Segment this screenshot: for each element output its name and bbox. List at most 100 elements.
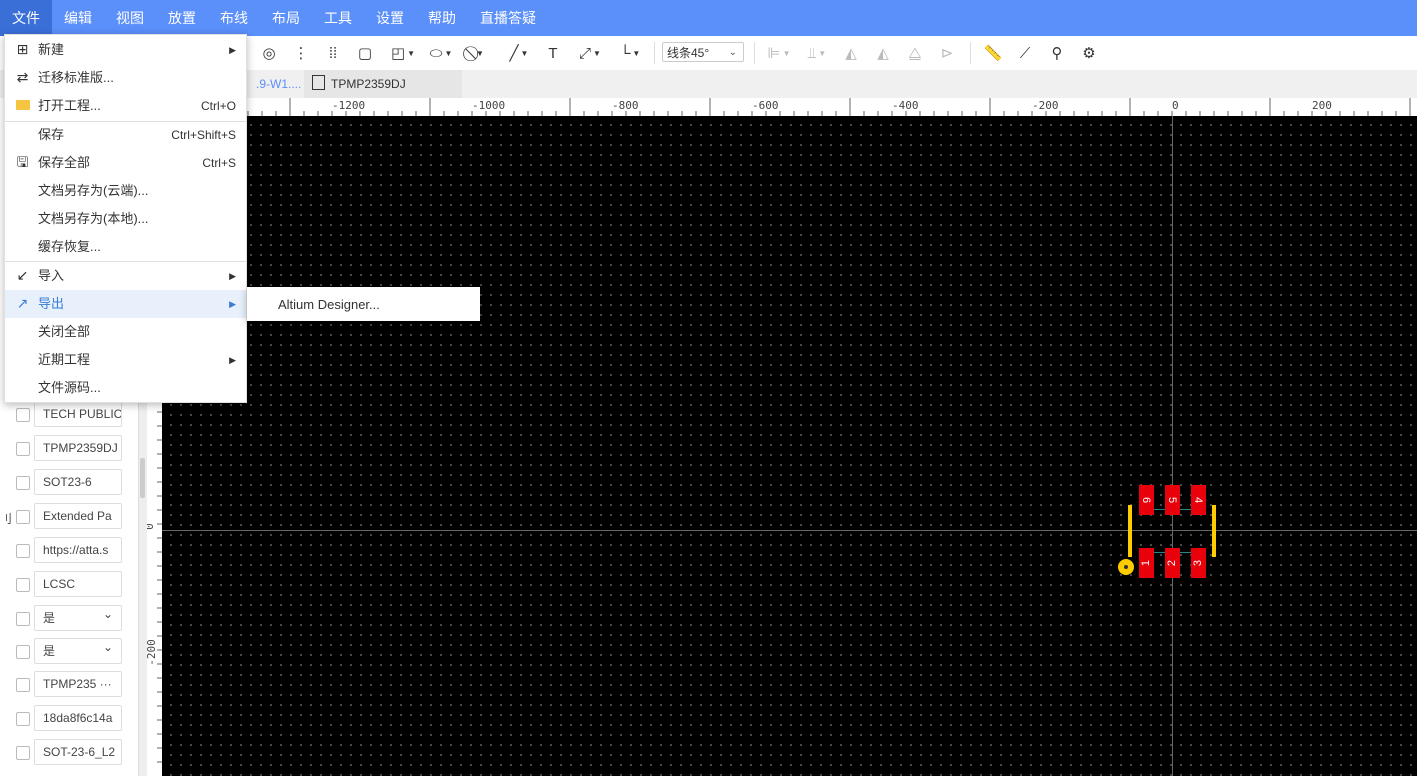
ruler-label: -1000: [472, 99, 506, 112]
pad-2[interactable]: 2: [1165, 548, 1180, 578]
menu-item-export[interactable]: ↗ 导出 ▶: [5, 290, 246, 318]
measure-icon[interactable]: ⟋: [1014, 41, 1036, 65]
menu-item-save-all[interactable]: 🖫 保存全部 Ctrl+S: [5, 149, 246, 177]
property-row: TPMP235 ···: [0, 670, 138, 700]
menu-item-label: 文档另存为(云端)...: [38, 183, 149, 198]
property-checkbox[interactable]: [16, 544, 30, 558]
property-checkbox[interactable]: [16, 408, 30, 422]
property-checkbox[interactable]: [16, 678, 30, 692]
tab-footprint[interactable]: TPMP2359DJ: [304, 70, 462, 98]
text-icon[interactable]: T: [542, 41, 564, 65]
menu-item-new[interactable]: ⊞ 新建 ▶: [5, 36, 246, 64]
ruler-label: 200: [1312, 99, 1332, 112]
pad-6[interactable]: 6: [1139, 485, 1154, 515]
menu-item-import[interactable]: ↙ 导入 ▶: [5, 262, 246, 290]
menu-route[interactable]: 布线: [208, 0, 260, 36]
menu-item-label: 新建: [38, 42, 65, 57]
pad-array-icon[interactable]: ⁞⁞: [322, 41, 344, 65]
pcb-canvas[interactable]: 6 5 4 1 2 3: [162, 116, 1417, 776]
pad-3[interactable]: 3: [1191, 548, 1206, 578]
line-mode-select[interactable]: 线条45° ⌄: [662, 42, 744, 62]
menu-item-export-altium[interactable]: Altium Designer...: [247, 287, 480, 321]
menu-item-source[interactable]: 文件源码...: [5, 374, 246, 402]
property-checkbox[interactable]: [16, 476, 30, 490]
menu-place[interactable]: 放置: [156, 0, 208, 36]
menu-item-save[interactable]: 保存 Ctrl+Shift+S: [5, 121, 246, 149]
property-select[interactable]: 是: [34, 638, 122, 664]
send-icon[interactable]: ⊳: [936, 41, 958, 65]
menu-edit[interactable]: 编辑: [52, 0, 104, 36]
menu-file[interactable]: 文件: [0, 0, 52, 36]
align-bottom-icon[interactable]: ⫫ ▼: [802, 41, 832, 65]
menu-item-close-all[interactable]: 关闭全部: [5, 318, 246, 346]
property-row: SOT23-6: [0, 468, 138, 498]
ruler-icon[interactable]: 📏: [982, 41, 1004, 65]
property-field[interactable]: SOT-23-6_L2: [34, 739, 122, 765]
tab-schematic[interactable]: .9-W1....: [248, 70, 304, 98]
property-field[interactable]: LCSC: [34, 571, 122, 597]
flip-h-icon[interactable]: ◭: [840, 41, 862, 65]
rect-shape-icon[interactable]: ▢: [354, 41, 376, 65]
dimension-icon[interactable]: ⤢ ▼: [574, 41, 606, 65]
menu-view[interactable]: 视图: [104, 0, 156, 36]
menu-help[interactable]: 帮助: [416, 0, 468, 36]
align-left-icon[interactable]: ⊫ ▼: [764, 41, 794, 65]
property-checkbox[interactable]: [16, 712, 30, 726]
property-row: https://atta.s: [0, 536, 138, 566]
menu-item-save-as-cloud[interactable]: 文档另存为(云端)...: [5, 177, 246, 205]
property-checkbox[interactable]: [16, 645, 30, 659]
property-checkbox[interactable]: [16, 578, 30, 592]
property-field[interactable]: 18da8f6c14a: [34, 705, 122, 731]
property-field[interactable]: TPMP2359DJ: [34, 435, 122, 461]
menu-tools[interactable]: 工具: [312, 0, 364, 36]
ellipse-icon[interactable]: ⬭ ▼: [426, 41, 456, 65]
pad-label: 4: [1192, 496, 1205, 504]
line-mode-value: 线条45°: [667, 46, 710, 60]
property-field[interactable]: Extended Pa: [34, 503, 122, 529]
polygon-icon[interactable]: ◰ ▼: [388, 41, 418, 65]
angle-icon[interactable]: └ ▼: [614, 41, 646, 65]
menubar: 文件 编辑 视图 放置 布线 布局 工具 设置 帮助 直播答疑: [0, 0, 1417, 36]
property-field[interactable]: TPMP235 ···: [34, 671, 122, 697]
line-icon[interactable]: ╱ ▼: [504, 41, 534, 65]
shortcut: Ctrl+O: [200, 99, 236, 113]
menu-item-save-as-local[interactable]: 文档另存为(本地)...: [5, 205, 246, 233]
flip-v-icon[interactable]: ◭: [872, 41, 894, 65]
property-field[interactable]: TECH PUBLIC: [34, 401, 122, 427]
shortcut: Ctrl+Shift+S: [171, 128, 236, 142]
property-checkbox[interactable]: [16, 612, 30, 626]
menu-layout[interactable]: 布局: [260, 0, 312, 36]
mirror-icon[interactable]: ⧋: [904, 41, 926, 65]
pad-column-icon[interactable]: ⋮: [290, 41, 312, 65]
new-file-icon: ⊞: [16, 41, 29, 57]
menu-item-migrate[interactable]: ⇄ 迁移标准版...: [5, 64, 246, 92]
property-select[interactable]: 是: [34, 605, 122, 631]
property-row: Extended Pa: [0, 502, 138, 532]
property-checkbox[interactable]: [16, 746, 30, 760]
menu-item-label: 保存: [38, 127, 65, 142]
menu-item-label: 近期工程: [38, 352, 91, 367]
property-row: 18da8f6c14a: [0, 704, 138, 734]
menu-live-qa[interactable]: 直播答疑: [468, 0, 548, 36]
property-checkbox[interactable]: [16, 442, 30, 456]
no-fill-icon[interactable]: ⃠▼: [464, 41, 494, 65]
property-row: 是: [0, 637, 138, 667]
via-icon[interactable]: ◎: [258, 41, 280, 65]
property-checkbox[interactable]: [16, 510, 30, 524]
pad-4[interactable]: 4: [1191, 485, 1206, 515]
menu-item-label: 文件源码...: [38, 380, 101, 395]
property-field[interactable]: https://atta.s: [34, 537, 122, 563]
splitter-grip[interactable]: [140, 458, 145, 498]
pad-1[interactable]: 1: [1139, 548, 1154, 578]
ruler-label: -200: [1032, 99, 1059, 112]
inspect-icon[interactable]: ⚲: [1046, 41, 1068, 65]
menu-item-recent[interactable]: 近期工程 ▶: [5, 346, 246, 374]
submenu-arrow-icon: ▶: [229, 45, 236, 55]
menu-settings[interactable]: 设置: [364, 0, 416, 36]
property-field[interactable]: SOT23-6: [34, 469, 122, 495]
menu-item-open-project[interactable]: 打开工程... Ctrl+O: [5, 92, 246, 120]
menu-item-cache-restore[interactable]: 缓存恢复...: [5, 233, 246, 261]
pad-label: 6: [1140, 496, 1153, 504]
gear-icon[interactable]: ⚙: [1078, 41, 1100, 65]
pad-5[interactable]: 5: [1165, 485, 1180, 515]
